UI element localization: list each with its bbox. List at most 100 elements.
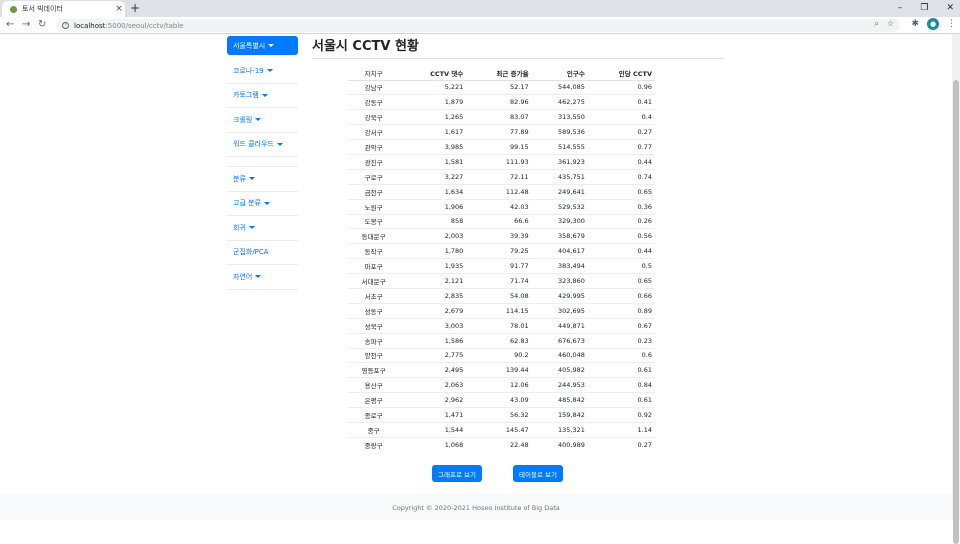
sidebar-item[interactable]: 코로나-19	[227, 59, 298, 84]
sidebar-item[interactable]: 분류	[227, 167, 298, 192]
table-cell: 동작구	[348, 243, 400, 259]
close-window-icon[interactable]: ✕	[946, 3, 954, 13]
window-controls: – ❐ ✕	[898, 0, 954, 16]
table-cell: 2,063	[399, 377, 467, 393]
table-cell: 0.4	[587, 109, 655, 125]
column-header: 최근 증가율	[466, 66, 532, 81]
caret-down-icon	[255, 118, 262, 122]
table-cell: 1,544	[399, 421, 467, 438]
table-cell: 145.47	[466, 421, 532, 438]
table-cell: 0.5	[587, 258, 655, 274]
table-cell: 82.96	[466, 94, 532, 110]
table-cell: 1,634	[399, 183, 467, 200]
table-cell: 43.09	[466, 392, 532, 408]
url-host: localhost	[74, 21, 106, 30]
table-cell: 0.74	[587, 168, 655, 185]
table-cell: 54.08	[466, 287, 532, 304]
table-cell: 90.2	[466, 347, 532, 363]
back-icon[interactable]: ←	[6, 19, 14, 31]
sidebar-item[interactable]: 서울특별시	[227, 36, 298, 55]
table-view-button[interactable]: 테이블로 보기	[513, 465, 563, 482]
minimize-icon[interactable]: –	[898, 3, 903, 13]
table-cell: 도봉구	[348, 213, 400, 229]
table-cell: 서대문구	[348, 273, 400, 289]
sidebar-item[interactable]: 카토그램	[227, 84, 298, 108]
table-cell: 400,989	[531, 436, 588, 453]
caret-down-icon	[255, 275, 262, 279]
zoom-icon[interactable]: ⌕	[874, 19, 878, 29]
extensions-icon[interactable]: ✱	[911, 19, 919, 29]
table-cell: 0.23	[587, 332, 655, 349]
sidebar-item[interactable]: 자연어	[227, 265, 298, 290]
page-scrollbar[interactable]	[952, 34, 960, 544]
column-header: 인당 CCTV	[587, 66, 655, 81]
table-cell: 358,679	[531, 228, 588, 244]
table-cell: 460,048	[531, 347, 588, 363]
table-cell: 0.67	[587, 317, 655, 334]
new-tab-button[interactable]: +	[130, 1, 140, 15]
table-cell: 0.89	[587, 302, 655, 319]
sidebar-item[interactable]: 군집화/PCA	[227, 241, 298, 265]
table-cell: 111.93	[466, 153, 532, 170]
sidebar-item-label: 군집화/PCA	[233, 248, 269, 257]
table-cell: 0.26	[587, 213, 655, 229]
sidebar-item[interactable]: 워드 클라우드	[227, 133, 298, 157]
table-cell: 313,550	[531, 109, 588, 125]
table-cell: 1,617	[399, 124, 467, 140]
bookmark-star-icon[interactable]: ☆	[887, 19, 894, 29]
sidebar-item[interactable]: 회귀	[227, 216, 298, 241]
table-row: 동대문구 2,003 39.39 358,679 0.56	[348, 228, 655, 244]
graph-view-button[interactable]: 그래프로 보기	[432, 465, 482, 482]
table-cell: 361,923	[531, 153, 588, 170]
restore-icon[interactable]: ❐	[920, 3, 928, 13]
table-cell: 0.61	[587, 392, 655, 408]
table-cell: 0.44	[587, 243, 655, 259]
table-cell: 1,068	[399, 436, 467, 453]
sidebar-item-label: 자연어	[233, 272, 253, 281]
table-cell: 성북구	[348, 317, 400, 334]
sidebar-item[interactable]: 고급 분류	[227, 192, 298, 216]
scrollbar-thumb[interactable]	[953, 80, 959, 544]
forward-icon[interactable]: →	[22, 19, 30, 31]
table-cell: 485,842	[531, 392, 588, 408]
reload-icon[interactable]: ↻	[38, 19, 46, 31]
profile-avatar-icon[interactable]: ●	[927, 18, 939, 30]
copyright-text: Copyright © 2020-2021 Hoseo Institute of…	[392, 504, 560, 512]
url-path: :5000/seoul/cctv/table	[105, 21, 184, 30]
caret-down-icon	[266, 69, 273, 73]
sidebar-item-label: 회귀	[233, 223, 246, 232]
table-cell: 56.32	[466, 407, 532, 423]
column-header: CCTV 댓수	[399, 66, 467, 81]
table-row: 중랑구 1,068 22.48 400,989 0.27	[348, 436, 655, 453]
site-info-icon[interactable]: i	[62, 22, 69, 29]
table-cell: 0.61	[587, 362, 655, 378]
browser-tab[interactable]: 토서 빅데이터 ×	[2, 1, 125, 17]
url-input[interactable]: i localhost:5000/seoul/cctv/table	[56, 19, 900, 32]
table-row: 은평구 2,962 43.09 485,842 0.61	[348, 392, 655, 408]
table-cell: 2,495	[399, 362, 467, 378]
table-cell: 0.84	[587, 377, 655, 393]
table-row: 구로구 3,227 72.11 435,751 0.74	[348, 168, 655, 185]
table-cell: 성동구	[348, 302, 400, 319]
table-cell: 강남구	[348, 79, 400, 95]
tab-close-icon[interactable]: ×	[113, 4, 125, 14]
sidebar-item-label: 카토그램	[233, 91, 259, 100]
table-cell: 은평구	[348, 392, 400, 408]
table-cell: 77.89	[466, 124, 532, 140]
table-cell: 강서구	[348, 124, 400, 140]
table-cell: 462,275	[531, 94, 588, 110]
table-cell: 5,221	[399, 79, 467, 95]
table-cell: 0.6	[587, 347, 655, 363]
table-cell: 858	[399, 213, 467, 229]
footer: Copyright © 2020-2021 Hoseo Institute of…	[0, 494, 952, 520]
caret-down-icon	[261, 93, 268, 97]
table-cell: 송파구	[348, 332, 400, 349]
table-cell: 1,780	[399, 243, 467, 259]
caret-down-icon	[248, 226, 255, 230]
table-row: 성동구 2,679 114.15 302,695 0.89	[348, 302, 655, 319]
favicon-icon	[10, 5, 17, 13]
column-header: 인구수	[531, 66, 588, 81]
sidebar-item[interactable]: 크롤링	[227, 108, 298, 133]
browser-menu-icon[interactable]: ⋮	[947, 19, 956, 29]
table-cell: 383,494	[531, 258, 588, 274]
